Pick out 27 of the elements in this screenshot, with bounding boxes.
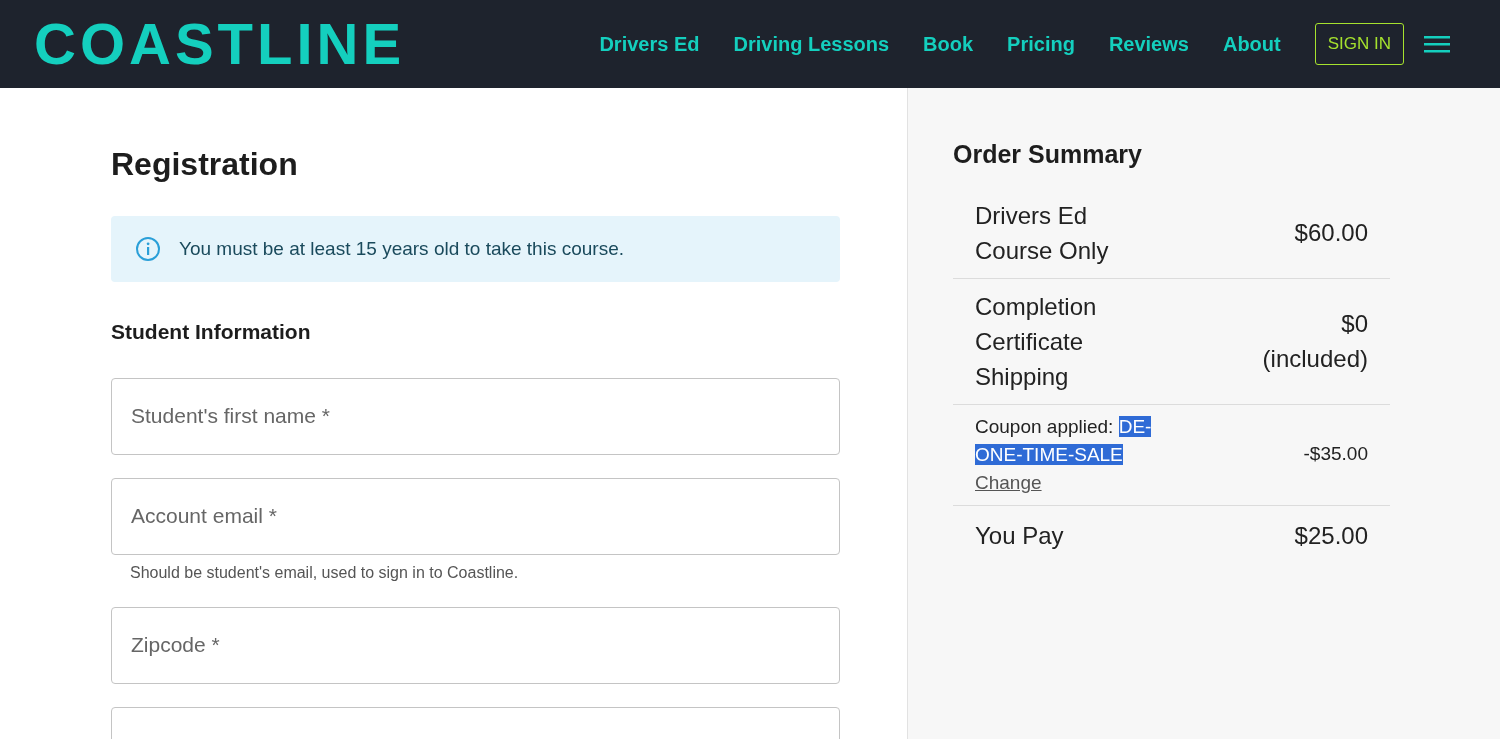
- item-price: $0 (included): [1261, 309, 1368, 374]
- logo[interactable]: COASTLINE: [34, 15, 406, 73]
- helper-text: Should be student's email, used to sign in to Coastline.: [130, 562, 520, 583]
- sign-in-button[interactable]: SIGN IN: [1314, 23, 1404, 65]
- item-price: $60.00: [1293, 218, 1368, 248]
- nav-link[interactable]: Pricing: [1007, 29, 1075, 59]
- item-label: Drivers Ed Course Only: [975, 200, 1110, 266]
- section-heading: Student Information: [111, 319, 312, 345]
- nav-link[interactable]: About: [1222, 29, 1281, 59]
- total-label: You Pay: [975, 520, 1064, 551]
- nav-link[interactable]: Reviews: [1108, 29, 1189, 59]
- total-price: $25.00: [1294, 520, 1368, 551]
- discount-amount: -$35.00: [1303, 442, 1368, 467]
- text-field[interactable]: Zipcode *: [111, 606, 840, 684]
- text-field[interactable]: Student's first name *: [111, 377, 840, 455]
- nav-link[interactable]: Drivers Ed: [599, 29, 700, 59]
- coupon-text: Coupon applied: DE-ONE-TIME-SALE: [975, 414, 1153, 467]
- age-notice: You must be at least 15 years old to take this course.: [179, 236, 624, 261]
- text-field[interactable]: Account email *: [111, 477, 840, 555]
- nav-link[interactable]: Driving Lessons: [733, 29, 890, 59]
- summary-title: Order Summary: [953, 139, 1143, 170]
- page-title: Registration: [111, 145, 299, 184]
- nav-link[interactable]: Book: [923, 29, 974, 59]
- item-label: Completion Certificate Shipping: [975, 291, 1098, 392]
- menu-icon[interactable]: [1424, 34, 1450, 54]
- change-link[interactable]: Change: [975, 468, 1042, 497]
- info-icon: [135, 236, 161, 262]
